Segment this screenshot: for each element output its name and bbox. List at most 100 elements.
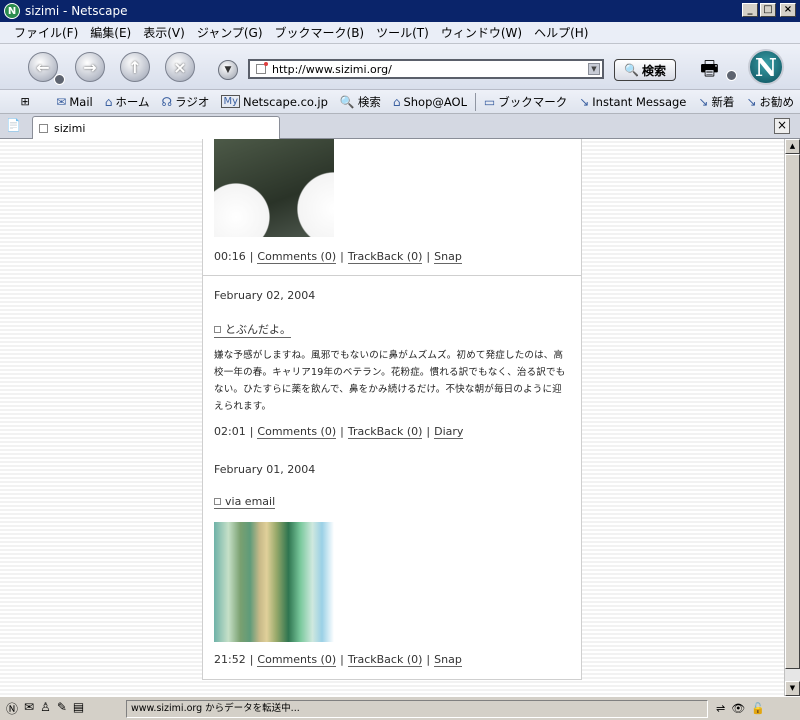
page-menu-button[interactable]: ▼ [218,60,238,80]
back-arrow-icon: ← [36,57,50,77]
comments-link[interactable]: Comments (0) [257,250,337,264]
trackback-link[interactable]: TrackBack (0) [347,425,423,439]
url-input[interactable] [272,62,572,76]
sidebar-toggle-icon[interactable]: ⊞ [0,91,50,113]
category-link[interactable]: Diary [434,425,464,439]
link-icon: ↘ [746,94,757,109]
maximize-button[interactable]: □ [760,3,776,17]
search-icon: 🔍 [339,94,355,109]
bookmark-shop-aol[interactable]: ⌂ Shop@AOL [387,95,473,109]
menu-window[interactable]: ウィンドウ(W) [435,24,528,41]
snap-photo-1[interactable] [214,139,334,237]
personal-toolbar: ⊞ ✉ Mail ⌂ ホーム ☊ ラジオ My Netscape.co.jp 🔍 検索 ⌂… [0,90,800,114]
menu-bookmarks[interactable]: ブックマーク(B) [269,24,371,41]
close-tab-button[interactable]: × [774,118,790,134]
menu-edit[interactable]: 編集(E) [84,24,137,41]
blog-column: 00:16 | Comments (0) | TrackBack (0) | Snap Fe… [202,139,582,680]
reload-icon: ↑ [128,57,142,77]
mail-icon: ✉ [56,94,67,109]
scroll-up-arrow-icon[interactable]: ▲ [785,139,800,154]
bookmark-recommend[interactable]: ↘ お勧め [740,94,800,110]
entry-divider [203,275,581,276]
navigator-icon[interactable]: Ⓝ [6,700,18,717]
address-book-icon[interactable]: ▤ [73,700,84,717]
magnifier-icon: 🔍 [624,63,639,77]
vertical-scrollbar[interactable]: ▲ ▼ [784,139,800,696]
trackback-link[interactable]: TrackBack (0) [347,653,423,667]
window-controls: _ □ × [742,3,796,17]
print-icon[interactable]: 🖶 [700,54,728,80]
trackback-link[interactable]: TrackBack (0) [347,250,423,264]
print-dropdown[interactable] [726,70,737,81]
radio-icon: ☊ [161,94,173,109]
component-bar: Ⓝ ✉ ♙ ✎ ▤ [0,700,126,717]
window-title: sizimi - Netscape [25,4,128,18]
mail-icon[interactable]: ✉ [24,700,34,717]
scroll-down-arrow-icon[interactable]: ▼ [785,681,800,696]
forward-button[interactable]: → [75,52,105,82]
comments-link[interactable]: Comments (0) [257,425,337,439]
tab-bar: 📄 sizimi × [0,114,800,140]
permalink-icon [214,325,221,333]
close-window-button[interactable]: × [780,3,796,17]
bookmark-search[interactable]: 🔍 検索 [334,94,387,110]
reload-button[interactable]: ↑ [120,52,150,82]
category-link[interactable]: Snap [434,653,462,667]
snap-photo-2[interactable] [214,522,334,642]
entry-footer-3: 21:52 | Comments (0) | TrackBack (0) | Snap [214,653,462,667]
menu-tools[interactable]: ツール(T) [370,24,435,41]
page-icon [39,124,48,133]
scrollbar-thumb[interactable] [785,154,800,669]
entry-title-3[interactable]: via email [214,495,276,509]
bookmark-instant-message[interactable]: ↘ Instant Message [573,95,692,109]
entry-date-3: February 01, 2004 [214,463,316,476]
netscape-logo[interactable]: N [748,49,784,85]
composer-icon[interactable]: ✎ [57,700,67,717]
back-history-dropdown[interactable] [54,74,65,85]
aol-icon: ⌂ [392,94,401,109]
bookmark-netscape[interactable]: My Netscape.co.jp [215,95,333,109]
category-link[interactable]: Snap [434,250,462,264]
entry-body-2: 嫌な予感がしますね。風邪でもないのに鼻がムズムズ。初めて発症したのは、高校一年の… [214,350,566,412]
online-status-icon[interactable]: ⇌ [716,702,725,715]
menu-help[interactable]: ヘルプ(H) [528,24,594,41]
search-button-label: 検索 [641,63,666,78]
menu-go[interactable]: ジャンプ(G) [191,24,269,41]
security-lock-icon[interactable]: 🔓 [751,702,765,715]
instant-messenger-icon[interactable]: ♙ [40,700,51,717]
privacy-icon[interactable]: 👁 [731,702,745,715]
bookmark-home[interactable]: ⌂ ホーム [99,94,156,110]
entry-title-2[interactable]: とぶんだよ。 [214,321,291,338]
url-history-dropdown-icon[interactable]: ▼ [588,63,600,75]
new-tab-icon[interactable]: 📄 [6,118,22,134]
tab-sizimi[interactable]: sizimi [32,116,280,140]
home-icon: ⌂ [104,94,113,109]
stop-button[interactable]: × [165,52,195,82]
permalink-icon [214,498,221,505]
url-bar[interactable]: ▼ [248,59,604,79]
entry-date-2: February 02, 2004 [214,289,316,302]
toolbar-separator [475,92,476,111]
netscape-app-icon: N [4,3,20,19]
link-icon: ↘ [579,94,590,109]
menu-view[interactable]: 表示(V) [137,24,191,41]
menu-bar: ファイル(F) 編集(E) 表示(V) ジャンプ(G) ブックマーク(B) ツー… [0,22,800,44]
minimize-button[interactable]: _ [742,3,758,17]
menu-file[interactable]: ファイル(F) [8,24,84,41]
entry-footer-1: 00:16 | Comments (0) | TrackBack (0) | Snap [214,250,462,264]
forward-arrow-icon: → [83,57,97,77]
bookmark-mail[interactable]: ✉ Mail [50,95,98,109]
status-bar: Ⓝ ✉ ♙ ✎ ▤ www.sizimi.org からデータを転送中... ⇌ … [0,696,800,720]
search-button[interactable]: 🔍 検索 [614,59,676,81]
bookmark-radio[interactable]: ☊ ラジオ [155,94,215,110]
comments-link[interactable]: Comments (0) [257,653,337,667]
stop-icon: × [173,57,187,77]
status-text: www.sizimi.org からデータを転送中... [126,699,708,718]
bookmark-menu[interactable]: ▭ ブックマーク [478,94,573,110]
status-indicators: ⇌ 👁 🔓 [708,702,765,715]
tab-label: sizimi [54,122,86,135]
page-icon [256,62,268,74]
link-icon: ↘ [698,94,709,109]
navigation-toolbar: ← → ↑ × ▼ ▼ 🔍 検索 🖶 N [0,44,800,90]
bookmark-new[interactable]: ↘ 新着 [692,94,740,110]
